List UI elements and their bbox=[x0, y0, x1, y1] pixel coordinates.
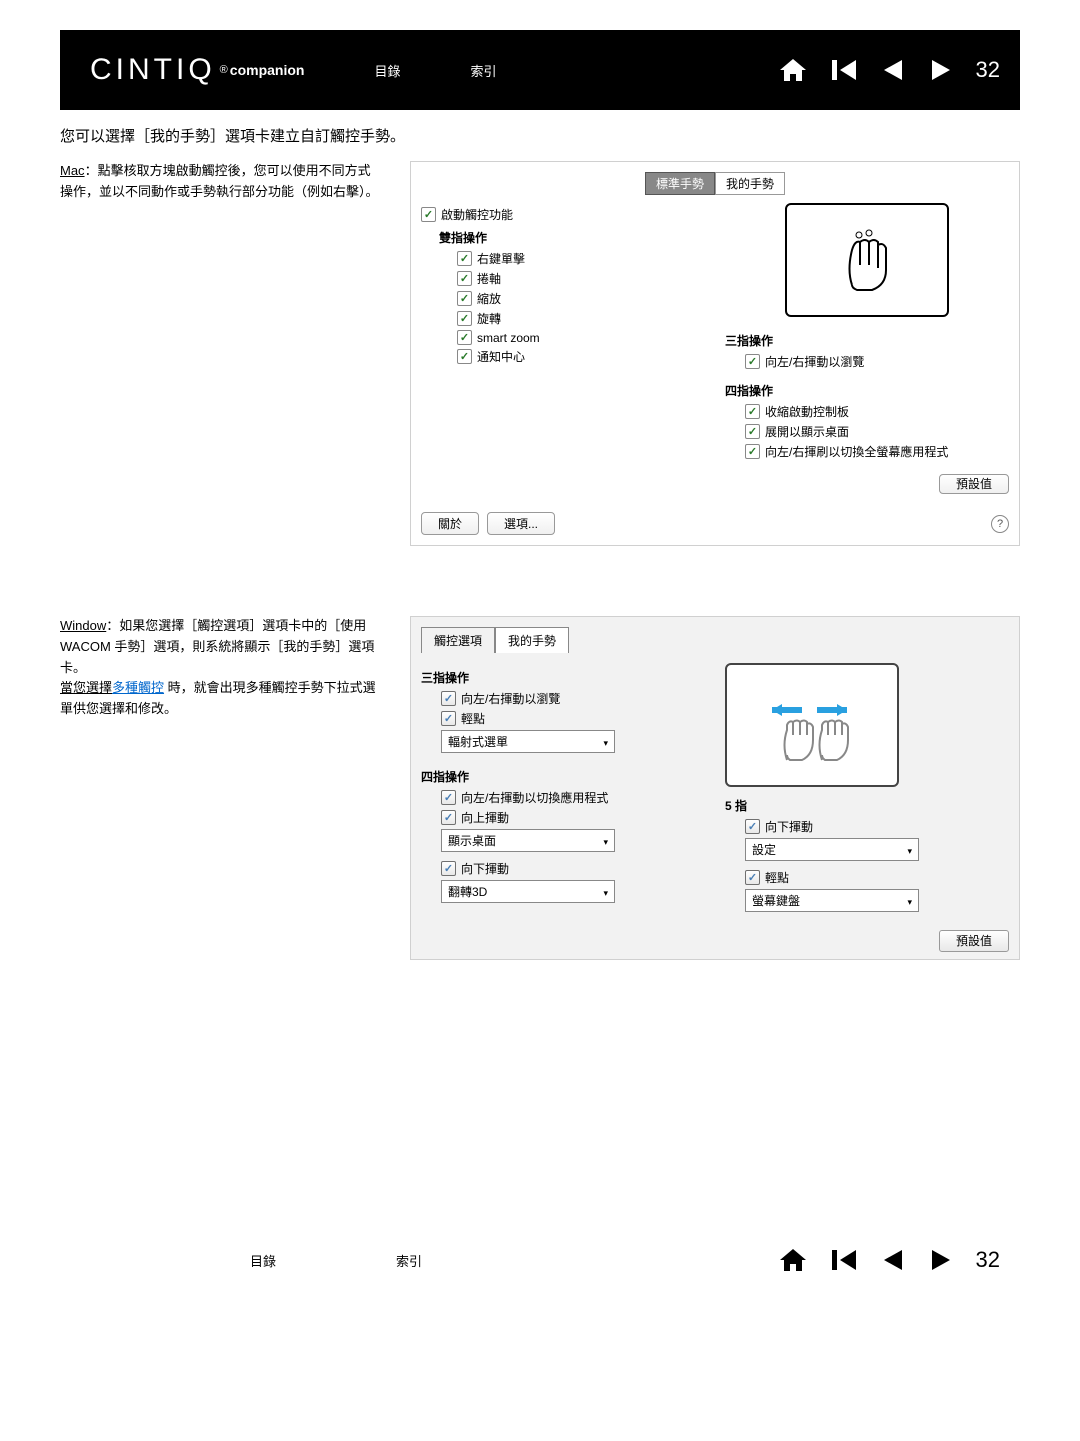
chk-win5-tap[interactable]: 輕點 bbox=[745, 869, 1009, 886]
page-number-bottom: 32 bbox=[976, 1247, 1000, 1273]
tab-standard-gestures[interactable]: 標準手勢 bbox=[645, 172, 715, 195]
win-panel: 觸控選項 我的手勢 三指操作 向左/右揮動以瀏覽 輕點 輻射式選單 四指操作 向… bbox=[410, 616, 1020, 960]
bottom-bar: 目錄 索引 32 bbox=[60, 1220, 1020, 1300]
prev-page-icon[interactable] bbox=[880, 57, 906, 83]
page-number: 32 bbox=[976, 57, 1000, 83]
intro-text: 您可以選擇［我的手勢］選項卡建立自訂觸控手勢。 bbox=[60, 125, 1020, 146]
brand-reg: ® bbox=[220, 64, 228, 76]
chk-swipe-fullscreen[interactable]: 向左/右揮刷以切換全螢幕應用程式 bbox=[745, 443, 1009, 460]
select-settings[interactable]: 設定 bbox=[745, 838, 919, 861]
chk-smart-zoom[interactable]: smart zoom bbox=[457, 330, 705, 345]
nav-index-bottom[interactable]: 索引 bbox=[396, 1251, 422, 1270]
mac-text: ：點擊核取方塊啟動觸控後，您可以使用不同方式操作，並以不同動作或手勢執行部分功能… bbox=[60, 163, 379, 199]
home-icon[interactable] bbox=[778, 57, 808, 83]
section-four-finger: 四指操作 bbox=[725, 382, 1009, 399]
chk-right-click[interactable]: 右鍵單擊 bbox=[457, 250, 705, 267]
multi-touch-link[interactable]: 多種觸控 bbox=[112, 680, 164, 695]
prev-page-icon[interactable] bbox=[880, 1247, 906, 1273]
win-default-button[interactable]: 預設值 bbox=[939, 930, 1009, 952]
chk-scroll[interactable]: 捲軸 bbox=[457, 270, 705, 287]
brand-name: CINTIQ bbox=[90, 53, 216, 87]
section-three-finger: 三指操作 bbox=[725, 332, 1009, 349]
chk-rotate[interactable]: 旋轉 bbox=[457, 310, 705, 327]
tab-my-gestures-win[interactable]: 我的手勢 bbox=[495, 627, 569, 653]
win-section-four: 四指操作 bbox=[421, 768, 705, 785]
win-section-three: 三指操作 bbox=[421, 669, 705, 686]
nav-toc-bottom[interactable]: 目錄 bbox=[250, 1251, 276, 1270]
select-radial-menu[interactable]: 輻射式選單 bbox=[441, 730, 615, 753]
win-gesture-preview bbox=[725, 663, 899, 787]
chk-pinch-control[interactable]: 收縮啟動控制板 bbox=[745, 403, 1009, 420]
chk-enable-touch[interactable]: 啟動觸控功能 bbox=[421, 206, 705, 223]
next-page-icon[interactable] bbox=[928, 57, 954, 83]
select-flip3d[interactable]: 翻轉3D bbox=[441, 880, 615, 903]
win-label: Window bbox=[60, 618, 106, 633]
win-text: ：如果您選擇［觸控選項］選項卡中的［使用 WACOM 手勢］選項，則系統將顯示［… bbox=[60, 618, 374, 675]
win-description: Window：如果您選擇［觸控選項］選項卡中的［使用 WACOM 手勢］選項，則… bbox=[60, 616, 380, 960]
tab-my-gestures[interactable]: 我的手勢 bbox=[715, 172, 785, 195]
mac-label: Mac bbox=[60, 163, 85, 178]
section-two-finger: 雙指操作 bbox=[439, 229, 705, 246]
select-osk[interactable]: 螢幕鍵盤 bbox=[745, 889, 919, 912]
chk-win-tap3[interactable]: 輕點 bbox=[441, 710, 705, 727]
chk-notification-center[interactable]: 通知中心 bbox=[457, 348, 705, 365]
nav-toc[interactable]: 目錄 bbox=[374, 61, 400, 80]
tab-touch-options[interactable]: 觸控選項 bbox=[421, 627, 495, 653]
chk-win-swipe-down[interactable]: 向下揮動 bbox=[441, 860, 705, 877]
chk-swipe-navigate[interactable]: 向左/右揮動以瀏覽 bbox=[745, 353, 1009, 370]
win-section-five: 5 指 bbox=[725, 797, 1009, 814]
help-icon[interactable]: ? bbox=[991, 515, 1009, 533]
nav-index[interactable]: 索引 bbox=[470, 61, 496, 80]
chk-zoom[interactable]: 縮放 bbox=[457, 290, 705, 307]
next-page-icon[interactable] bbox=[928, 1247, 954, 1273]
chk-win-swipe-nav[interactable]: 向左/右揮動以瀏覽 bbox=[441, 690, 705, 707]
chk-win5-down[interactable]: 向下揮動 bbox=[745, 818, 1009, 835]
mac-panel: 標準手勢 我的手勢 啟動觸控功能 雙指操作 右鍵單擊 捲軸 縮放 旋轉 smar… bbox=[410, 161, 1020, 546]
chk-win-swipe-apps[interactable]: 向左/右揮動以切換應用程式 bbox=[441, 789, 705, 806]
win-text2a: 當您選擇 bbox=[60, 680, 112, 695]
options-button[interactable]: 選項... bbox=[487, 512, 555, 535]
chk-win-swipe-up[interactable]: 向上揮動 bbox=[441, 809, 705, 826]
brand-sub: companion bbox=[230, 62, 305, 78]
gesture-preview bbox=[785, 203, 949, 317]
default-button[interactable]: 預設值 bbox=[939, 474, 1009, 494]
home-icon[interactable] bbox=[778, 1247, 808, 1273]
top-bar: CINTIQ ® companion 目錄 索引 32 bbox=[60, 30, 1020, 110]
brand-logo: CINTIQ ® companion bbox=[90, 53, 304, 87]
about-button[interactable]: 關於 bbox=[421, 512, 479, 535]
first-page-icon[interactable] bbox=[830, 1247, 858, 1273]
select-show-desktop[interactable]: 顯示桌面 bbox=[441, 829, 615, 852]
first-page-icon[interactable] bbox=[830, 57, 858, 83]
chk-spread-desktop[interactable]: 展開以顯示桌面 bbox=[745, 423, 1009, 440]
mac-description: Mac：點擊核取方塊啟動觸控後，您可以使用不同方式操作，並以不同動作或手勢執行部… bbox=[60, 161, 380, 546]
